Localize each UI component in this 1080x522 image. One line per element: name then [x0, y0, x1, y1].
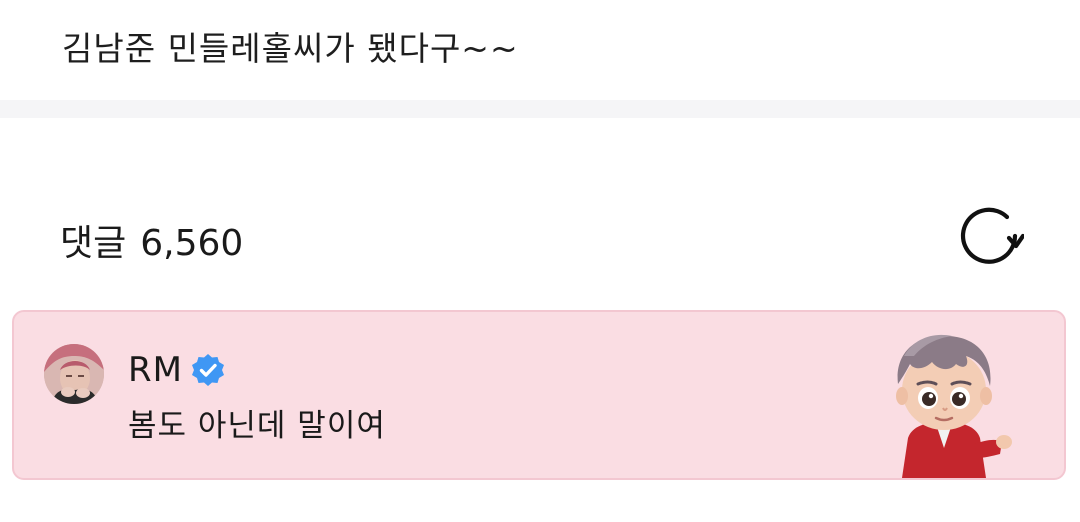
comment-text: 봄도 아닌데 말이여: [128, 408, 386, 444]
author-name[interactable]: RM: [128, 350, 183, 390]
post-text: 김남준 민들레홀씨가 됐다구~~: [62, 29, 519, 68]
comment-card[interactable]: RM 봄도 아닌데 말이여: [12, 310, 1066, 480]
refresh-button[interactable]: [958, 204, 1026, 266]
comments-title: 댓글 6,560: [60, 214, 243, 266]
character-sticker: [896, 334, 1012, 478]
avatar-image: [44, 344, 104, 404]
comments-count: 6,560: [140, 223, 244, 264]
author-row: RM: [128, 350, 225, 390]
avatar[interactable]: [44, 344, 104, 404]
comments-header: 댓글 6,560: [0, 118, 1080, 308]
section-divider: [0, 100, 1080, 118]
refresh-icon: [960, 207, 1024, 264]
post-text-area: 김남준 민들레홀씨가 됐다구~~: [0, 0, 1080, 100]
verified-badge-icon: [191, 354, 224, 386]
comments-label: 댓글: [60, 223, 127, 264]
